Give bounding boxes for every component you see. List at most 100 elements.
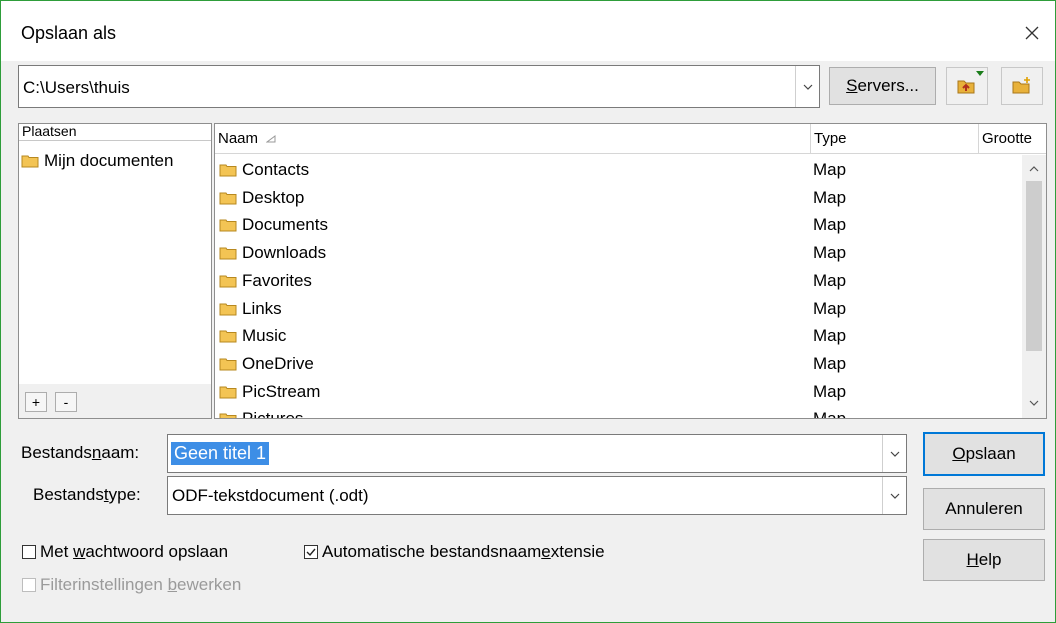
file-name: Music	[242, 326, 287, 346]
scroll-down-button[interactable]	[1026, 395, 1042, 411]
dialog-title: Opslaan als	[21, 23, 117, 43]
file-name-cell: OneDrive	[219, 354, 314, 374]
file-type-cell: Map	[813, 160, 847, 179]
password-checkbox[interactable]: Met wachtwoord opslaan	[22, 542, 228, 562]
table-row[interactable]: OneDrive Map	[215, 349, 1021, 377]
folder-icon	[219, 330, 237, 343]
remove-place-button[interactable]: -	[55, 392, 77, 412]
path-value: C:\Users\thuis	[23, 78, 130, 97]
folder-icon	[219, 413, 237, 418]
folder-icon	[219, 247, 237, 260]
path-combobox[interactable]: C:\Users\thuis	[18, 65, 820, 108]
folder-icon	[219, 386, 237, 399]
table-row[interactable]: Music Map	[215, 321, 1021, 349]
folder-icon	[219, 219, 237, 232]
file-type-cell: Map	[813, 353, 847, 373]
file-name: Pictures	[242, 409, 303, 418]
file-name: Contacts	[242, 160, 310, 179]
filter-settings-label: Filterinstellingen bewerken	[40, 575, 242, 594]
file-name-cell: Pictures	[219, 409, 303, 418]
column-header-type[interactable]: Type	[811, 124, 979, 154]
table-row[interactable]: Documents Map	[215, 210, 1021, 238]
file-name: Downloads	[242, 243, 327, 263]
filter-settings-checkbox: Filterinstellingen bewerken	[22, 575, 241, 595]
file-type-cell: Map	[813, 215, 847, 235]
table-row[interactable]: Pictures Map	[215, 404, 1021, 418]
folder-up-icon	[957, 80, 975, 94]
scroll-up-button[interactable]	[1026, 161, 1042, 177]
cancel-button[interactable]: Annuleren	[923, 488, 1045, 530]
checkmark-icon	[306, 548, 316, 557]
new-folder-icon	[1012, 77, 1030, 94]
close-icon	[1025, 26, 1039, 40]
filetype-dropdown-button[interactable]	[882, 477, 906, 514]
cancel-label: Annuleren	[945, 499, 1023, 518]
auto-extension-label: Automatische bestandsnaamextensie	[322, 542, 605, 561]
file-name-cell: PicStream	[219, 382, 320, 402]
checkbox-box	[22, 578, 36, 592]
save-label: Opslaan	[952, 444, 1016, 463]
chevron-down-icon	[1029, 400, 1039, 406]
filetype-label: Bestandstype:	[33, 485, 141, 504]
table-row[interactable]: Links Map	[215, 294, 1021, 322]
file-name-cell: Documents	[219, 215, 328, 235]
column-header-size[interactable]: Grootte	[979, 124, 1046, 154]
folder-icon	[219, 358, 237, 371]
checkbox-box[interactable]	[304, 545, 318, 559]
file-name-cell: Favorites	[219, 271, 312, 291]
file-type-cell: Map	[813, 187, 847, 207]
table-row[interactable]: PicStream Map	[215, 377, 1021, 405]
file-name: Links	[242, 298, 282, 318]
folder-icon	[21, 155, 39, 168]
folder-icon	[219, 275, 237, 288]
places-panel: Plaatsen Mijn documenten + -	[18, 123, 212, 419]
save-as-dialog: Opslaan als C:\Users\thuis Servers... Pl…	[0, 0, 1056, 623]
filename-dropdown-button[interactable]	[882, 435, 906, 472]
file-name: PicStream	[242, 381, 321, 401]
file-name: Desktop	[242, 187, 305, 207]
vertical-scrollbar[interactable]	[1022, 155, 1046, 418]
folder-icon	[219, 164, 237, 177]
file-name-cell: Desktop	[219, 188, 304, 208]
servers-label: Servers...	[846, 76, 919, 95]
file-name: Favorites	[242, 270, 312, 290]
up-one-level-button[interactable]	[946, 67, 988, 105]
places-item-label: Mijn documenten	[44, 151, 174, 170]
places-header: Plaatsen	[19, 124, 211, 141]
folder-icon	[219, 303, 237, 315]
table-row[interactable]: Contacts Map	[215, 155, 1021, 183]
file-list: Naam Type Grootte Contacts Map Desktop Map D…	[214, 123, 1047, 419]
chevron-down-icon	[890, 451, 899, 457]
file-name-cell: Links	[219, 299, 282, 319]
file-name: Documents	[242, 215, 328, 235]
places-item-my-documents[interactable]: Mijn documenten	[21, 151, 211, 171]
chevron-down-icon	[890, 493, 899, 499]
file-type-cell: Map	[813, 409, 846, 418]
table-row[interactable]: Favorites Map	[215, 266, 1021, 294]
auto-extension-checkbox[interactable]: Automatische bestandsnaamextensie	[304, 542, 605, 562]
add-place-button[interactable]: +	[25, 392, 47, 412]
checkbox-box[interactable]	[22, 545, 36, 559]
file-type-cell: Map	[813, 326, 847, 346]
path-dropdown-button[interactable]	[795, 66, 819, 107]
table-row[interactable]: Desktop Map	[215, 183, 1021, 211]
filename-input[interactable]: Geen titel 1	[171, 442, 270, 465]
file-name-cell: Music	[219, 326, 286, 346]
filetype-select[interactable]: ODF-tekstdocument (.odt)	[167, 476, 907, 515]
file-type-cell: Map	[813, 298, 847, 318]
filename-label: Bestandsnaam:	[21, 443, 140, 462]
servers-button[interactable]: Servers...	[829, 67, 936, 105]
help-label: Help	[966, 550, 1002, 569]
column-header-name[interactable]: Naam	[215, 124, 811, 154]
new-folder-button[interactable]	[1001, 67, 1043, 105]
chevron-down-icon	[803, 84, 812, 90]
file-name-cell: Downloads	[219, 243, 326, 263]
file-name-cell: Contacts	[219, 160, 309, 180]
folder-icon	[219, 192, 237, 205]
scrollbar-thumb[interactable]	[1026, 181, 1042, 351]
filename-combobox[interactable]: Geen titel 1	[167, 434, 907, 473]
close-button[interactable]	[1009, 11, 1055, 55]
table-row[interactable]: Downloads Map	[215, 238, 1021, 266]
save-button[interactable]: Opslaan	[923, 432, 1045, 476]
help-button[interactable]: Help	[923, 539, 1045, 581]
